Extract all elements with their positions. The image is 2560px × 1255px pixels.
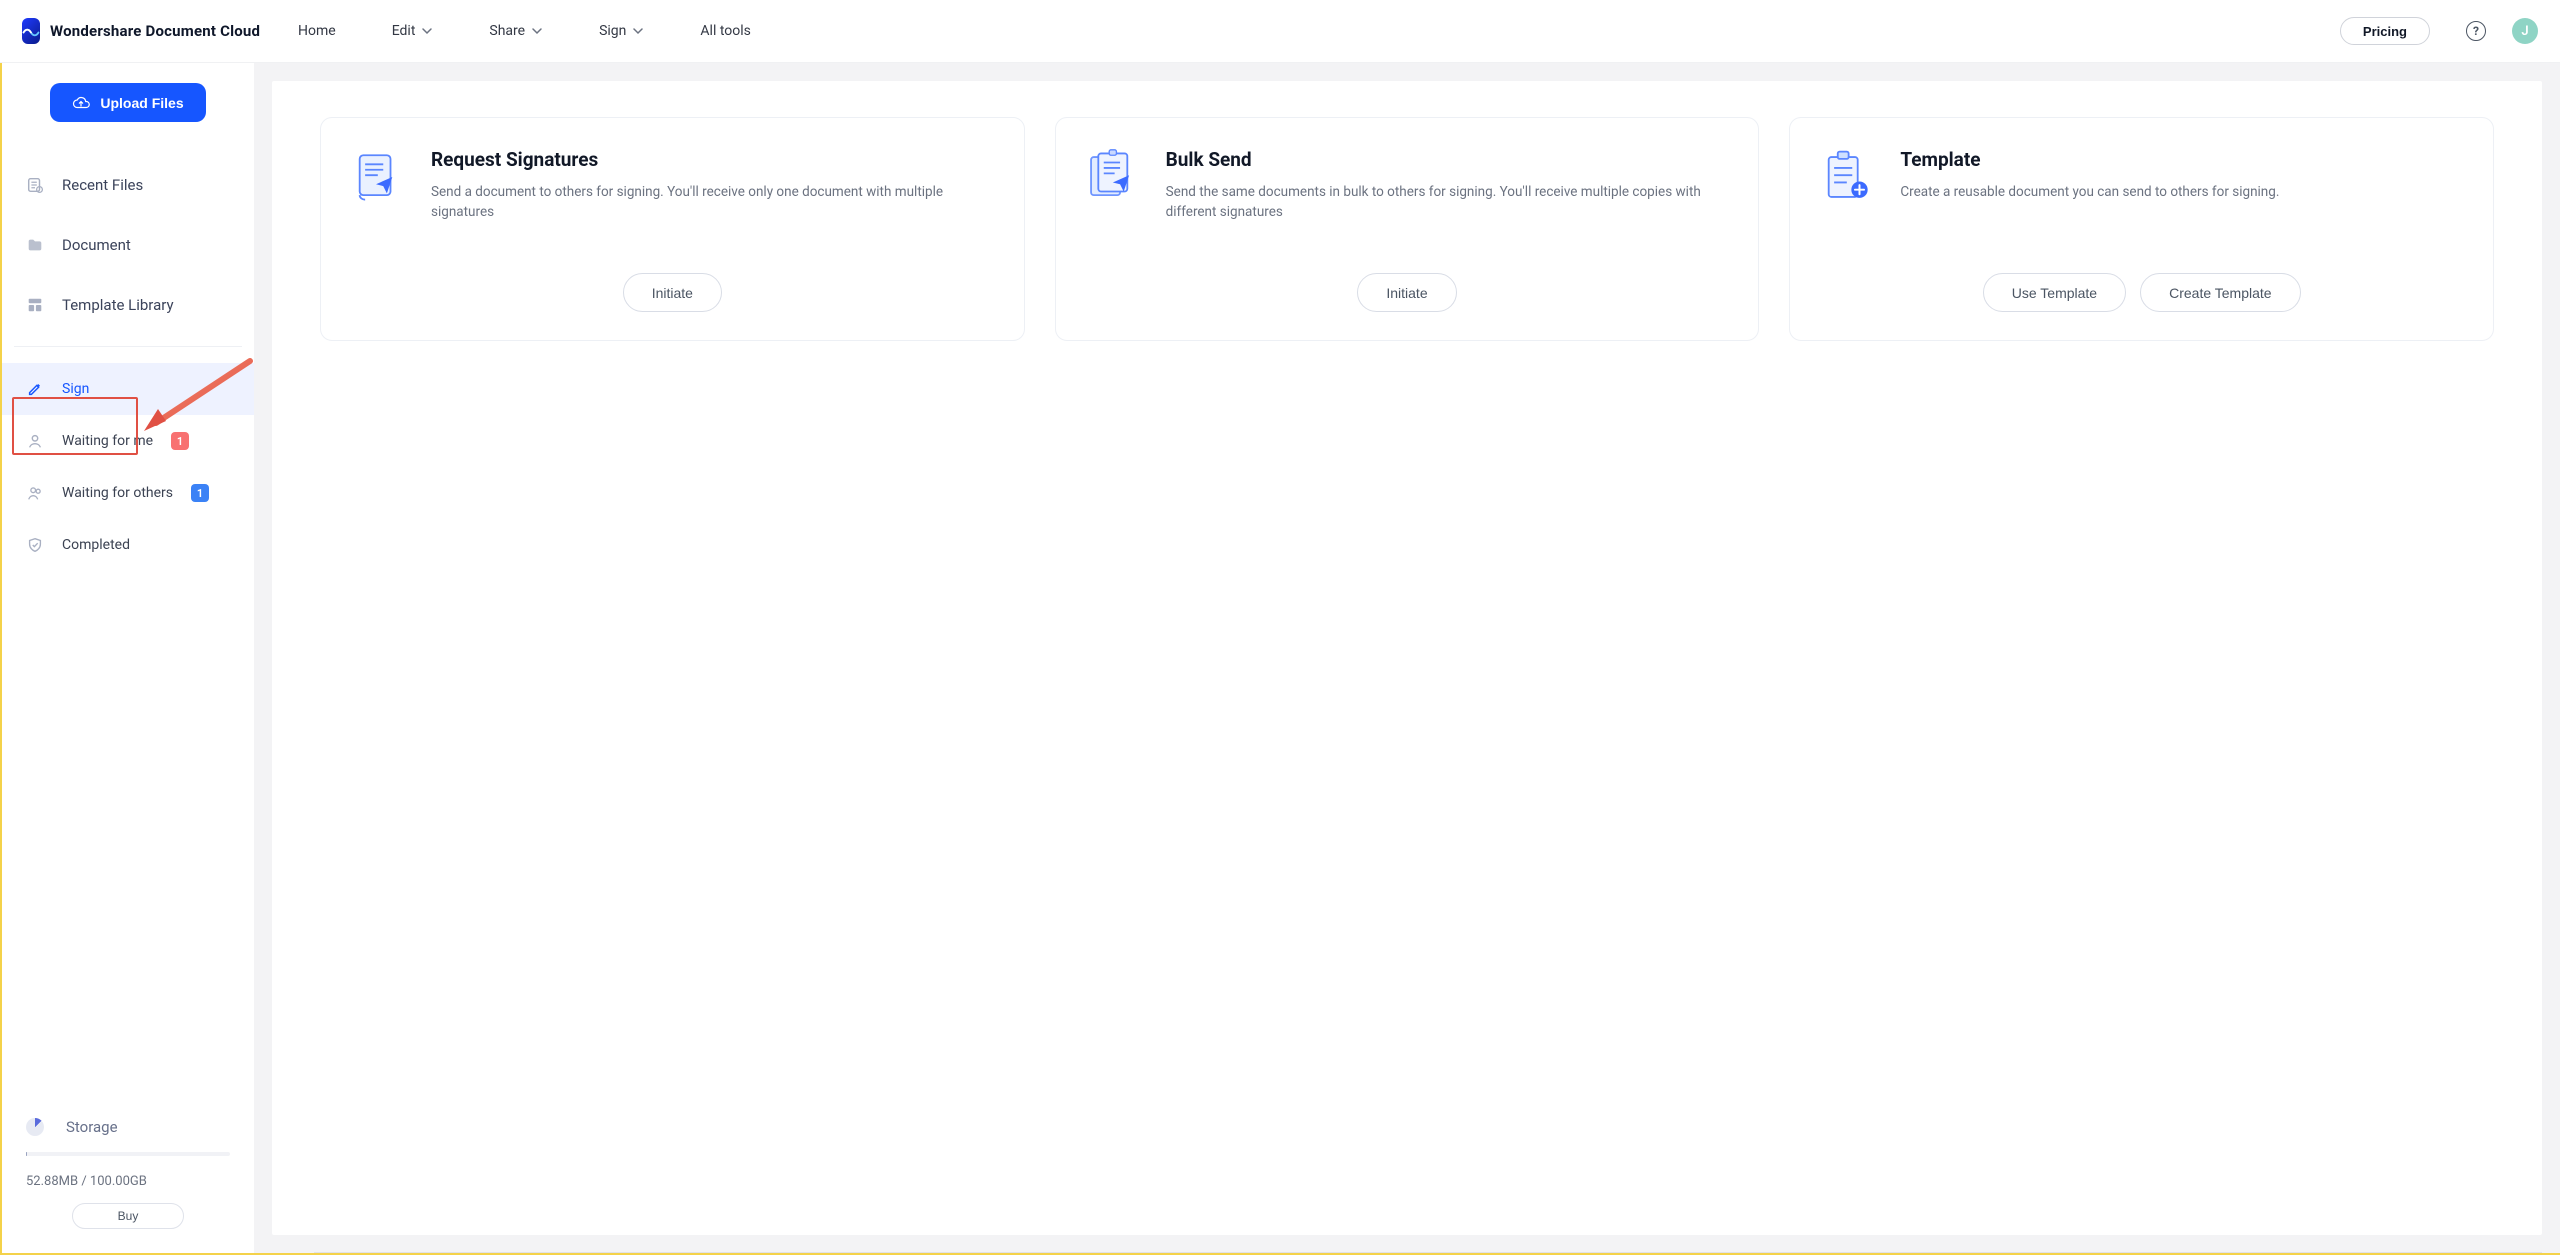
sidebar-divider (14, 346, 242, 347)
users-icon (26, 484, 44, 502)
sidebar-item-recent-files[interactable]: Recent Files (14, 170, 242, 200)
card-title: Template (1900, 148, 2279, 171)
sidebar-sign-nav: Sign Waiting for me 1 Waiting for others… (2, 363, 254, 571)
recent-files-icon (26, 176, 44, 194)
card-title: Request Signatures (431, 148, 998, 171)
nav-all-tools-label: All tools (700, 23, 750, 39)
badge-waiting-for-me: 1 (171, 432, 189, 450)
brand-name: Wondershare Document Cloud (50, 22, 260, 40)
nav-sign-label: Sign (599, 23, 626, 39)
sidebar: Upload Files Recent Files Document Templ… (2, 63, 254, 1253)
pen-icon (26, 380, 44, 398)
user-icon (26, 432, 44, 450)
nav-sign[interactable]: Sign (599, 23, 644, 39)
nav-edit-label: Edit (392, 23, 416, 39)
initiate-request-signatures-button[interactable]: Initiate (623, 273, 722, 312)
brand: Wondershare Document Cloud (22, 18, 254, 44)
help-button[interactable]: ? (2466, 21, 2486, 41)
storage-heading: Storage (26, 1118, 230, 1136)
storage-usage-text: 52.88MB / 100.00GB (26, 1174, 230, 1189)
card-description: Create a reusable document you can send … (1900, 183, 2279, 203)
templates-icon (26, 296, 44, 314)
sidebar-item-label: Waiting for others (62, 485, 173, 501)
card-description: Send a document to others for signing. Y… (431, 183, 998, 222)
sidebar-item-template-library[interactable]: Template Library (14, 290, 242, 320)
card-request-signatures: Request Signatures Send a document to ot… (320, 117, 1025, 341)
sidebar-item-waiting-for-others[interactable]: Waiting for others 1 (2, 467, 254, 519)
sign-action-cards: Request Signatures Send a document to ot… (320, 117, 2494, 341)
card-title: Bulk Send (1166, 148, 1733, 171)
storage-pie-icon (26, 1118, 44, 1136)
app-header: Wondershare Document Cloud Home Edit Sha… (0, 0, 2560, 63)
card-description: Send the same documents in bulk to other… (1166, 183, 1733, 222)
request-signatures-icon (347, 148, 405, 206)
card-template: Template Create a reusable document you … (1789, 117, 2494, 341)
chevron-down-icon (531, 25, 543, 37)
sidebar-item-label: Template Library (62, 296, 174, 314)
nav-home-label: Home (298, 23, 336, 39)
sidebar-item-waiting-for-me[interactable]: Waiting for me 1 (2, 415, 254, 467)
create-template-button[interactable]: Create Template (2140, 273, 2300, 312)
sidebar-item-label: Document (62, 236, 131, 254)
badge-waiting-for-others: 1 (191, 484, 209, 502)
shield-check-icon (26, 536, 44, 554)
nav-share-label: Share (489, 23, 525, 39)
bulk-send-icon (1082, 148, 1140, 206)
sidebar-item-label: Sign (62, 381, 89, 397)
buy-storage-button[interactable]: Buy (72, 1203, 184, 1229)
sidebar-item-label: Waiting for me (62, 433, 153, 449)
initiate-bulk-send-button[interactable]: Initiate (1357, 273, 1456, 312)
sidebar-item-document[interactable]: Document (14, 230, 242, 260)
storage-progress (26, 1152, 230, 1156)
use-template-button[interactable]: Use Template (1983, 273, 2126, 312)
cloud-upload-icon (72, 94, 90, 112)
nav-edit[interactable]: Edit (392, 23, 434, 39)
chevron-down-icon (632, 25, 644, 37)
folder-icon (26, 236, 44, 254)
main-content: Request Signatures Send a document to ot… (254, 63, 2560, 1253)
sidebar-primary-nav: Recent Files Document Template Library (2, 170, 254, 320)
nav-all-tools[interactable]: All tools (700, 23, 750, 39)
template-icon (1816, 148, 1874, 206)
footer-divider (314, 1252, 2542, 1253)
sidebar-item-label: Completed (62, 537, 130, 553)
brand-logo-icon (22, 18, 40, 44)
upload-files-label: Upload Files (100, 95, 183, 111)
top-nav: Home Edit Share Sign All tools (298, 23, 751, 39)
sidebar-item-sign[interactable]: Sign (2, 363, 254, 415)
storage-block: Storage 52.88MB / 100.00GB Buy (2, 1118, 254, 1253)
storage-label: Storage (66, 1118, 118, 1136)
pricing-button[interactable]: Pricing (2340, 17, 2430, 45)
card-bulk-send: Bulk Send Send the same documents in bul… (1055, 117, 1760, 341)
sidebar-item-label: Recent Files (62, 176, 143, 194)
chevron-down-icon (421, 25, 433, 37)
avatar[interactable]: J (2512, 18, 2538, 44)
nav-share[interactable]: Share (489, 23, 543, 39)
nav-home[interactable]: Home (298, 23, 336, 39)
sidebar-item-completed[interactable]: Completed (2, 519, 254, 571)
upload-files-button[interactable]: Upload Files (50, 83, 205, 122)
